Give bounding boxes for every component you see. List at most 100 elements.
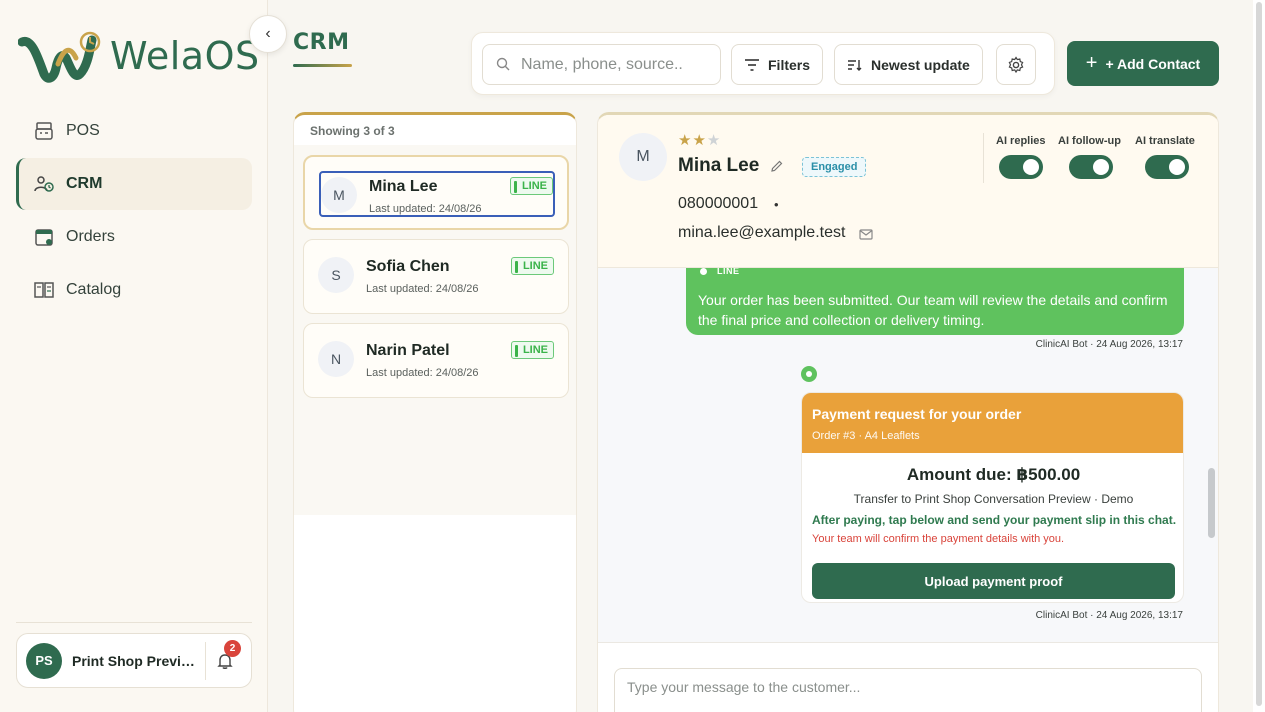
register-icon	[33, 120, 55, 142]
sidebar-item-pos[interactable]: POS	[16, 105, 252, 157]
collapse-sidebar-button[interactable]: ‹	[249, 15, 287, 53]
contact-email: mina.lee@example.test	[678, 224, 846, 241]
sidebar-nav: POS CRM Orders Catalog	[16, 105, 252, 317]
line-channel-tag: LINE	[700, 268, 740, 276]
contact-card-sofia-chen[interactable]: S Sofia Chen Last updated: 24/08/26 LINE	[303, 239, 569, 314]
payment-request-card: Payment request for your order Order #3 …	[801, 392, 1184, 603]
showing-count: Showing 3 of 3	[310, 124, 395, 138]
message-input[interactable]	[627, 679, 1189, 695]
account-name: Print Shop Preview	[72, 652, 198, 669]
ai-follow-up-label: AI follow-up	[1058, 135, 1121, 147]
payment-order-ref: Order #3 · A4 Leaflets	[812, 430, 920, 442]
contact-card-mina-lee[interactable]: M Mina Lee Last updated: 24/08/26 LINE	[303, 155, 569, 230]
notifications-button[interactable]: 2	[205, 640, 243, 680]
ai-translate-toggle[interactable]	[1145, 155, 1189, 179]
search-icon	[496, 57, 510, 71]
notification-count-badge: 2	[224, 640, 241, 657]
contact-card-narin-patel[interactable]: N Narin Patel Last updated: 24/08/26 LIN…	[303, 323, 569, 398]
sidebar-item-catalog[interactable]: Catalog	[16, 264, 252, 316]
message-meta: ClinicAI Bot · 24 Aug 2026, 13:17	[1035, 610, 1183, 621]
edit-pencil-icon[interactable]	[770, 159, 784, 178]
upload-payment-proof-button[interactable]: Upload payment proof	[812, 563, 1175, 599]
message-text: Your order has been submitted. Our team …	[698, 292, 1168, 328]
contact-last-updated: Last updated: 24/08/26	[366, 283, 479, 295]
star-filled-icon[interactable]: ★	[678, 132, 692, 149]
sidebar-item-label: POS	[66, 122, 100, 139]
message-meta: ClinicAI Bot · 24 Aug 2026, 13:17	[1035, 339, 1183, 350]
page-title: CRM	[293, 30, 350, 55]
bot-message-bubble: LINE Your order has been submitted. Our …	[686, 268, 1184, 335]
sidebar-item-orders[interactable]: Orders	[16, 211, 252, 263]
brand-logo[interactable]: WelaOS	[18, 28, 260, 84]
contact-list: M Mina Lee Last updated: 24/08/26 LINE S…	[294, 145, 576, 515]
sidebar: WelaOS POS CRM Orders Catalog PS Print S…	[0, 0, 268, 712]
contact-avatar: S	[318, 257, 354, 293]
settings-button[interactable]	[996, 44, 1036, 85]
sidebar-item-crm[interactable]: CRM	[16, 158, 252, 210]
page-scrollbar[interactable]	[1253, 0, 1265, 712]
message-thread[interactable]: LINE Your order has been submitted. Our …	[598, 268, 1218, 642]
ai-replies-label: AI replies	[996, 135, 1046, 147]
contact-name: Narin Patel	[366, 342, 450, 359]
wela-logo-icon	[18, 31, 101, 83]
channel-badge-line: LINE	[510, 341, 554, 359]
contact-avatar: M	[619, 133, 667, 181]
catalog-book-icon	[33, 279, 55, 301]
thread-scrollbar[interactable]	[1208, 468, 1215, 538]
sidebar-item-label: Orders	[66, 228, 115, 245]
toolbar: Filters Newest update	[471, 32, 1055, 95]
payment-card-header: Payment request for your order Order #3 …	[802, 393, 1183, 453]
plus-icon: +	[1085, 52, 1098, 74]
page-scrollbar-thumb[interactable]	[1256, 2, 1262, 706]
sort-icon	[847, 58, 863, 72]
payment-confirm-note: Your team will confirm the payment detai…	[812, 533, 1065, 545]
gear-icon	[1008, 55, 1024, 73]
contact-avatar: N	[318, 341, 354, 377]
channel-badge-line: LINE	[509, 177, 553, 195]
mail-icon[interactable]	[859, 227, 873, 245]
contact-header: M ★★★ Mina Lee Engaged 080000001 • mina.…	[598, 115, 1218, 268]
contact-avatar: M	[321, 177, 357, 213]
payment-transfer-info: Transfer to Print Shop Conversation Prev…	[853, 492, 1134, 506]
orders-calendar-icon	[33, 226, 55, 248]
ai-toggle-group: AI replies AI follow-up AI translate	[983, 133, 1195, 183]
crm-contacts-icon	[33, 173, 55, 195]
search-box[interactable]	[482, 44, 721, 85]
add-contact-label: + Add Contact	[1105, 55, 1201, 72]
line-channel-icon	[801, 366, 817, 382]
chevron-left-icon: ‹	[265, 25, 271, 42]
line-dot-icon	[700, 268, 707, 275]
channel-badge-line: LINE	[510, 257, 554, 275]
sort-label: Newest update	[871, 56, 970, 73]
contact-name: Mina Lee	[678, 155, 760, 176]
payment-title: Payment request for your order	[812, 406, 1022, 422]
status-badge[interactable]: Engaged	[802, 157, 867, 177]
composer-box[interactable]	[614, 668, 1202, 712]
contact-last-updated: Last updated: 24/08/26	[369, 203, 482, 215]
account-card[interactable]: PS Print Shop Preview 2	[16, 633, 252, 688]
filters-label: Filters	[768, 56, 811, 73]
sidebar-divider	[16, 622, 252, 623]
sort-button[interactable]: Newest update	[834, 44, 983, 85]
star-filled-icon[interactable]: ★	[692, 132, 706, 149]
filters-button[interactable]: Filters	[731, 44, 824, 85]
contact-rating[interactable]: ★★★	[678, 131, 721, 149]
brand-name: WelaOS	[110, 34, 260, 78]
add-contact-button[interactable]: + + Add Contact	[1067, 41, 1219, 86]
separator-dot: •	[774, 197, 779, 212]
star-empty-icon[interactable]: ★	[707, 132, 721, 149]
payment-instructions: After paying, tap below and send your pa…	[812, 513, 1177, 527]
ai-follow-up-toggle[interactable]	[1069, 155, 1113, 179]
filter-icon	[744, 58, 760, 72]
contact-name: Mina Lee	[369, 178, 438, 195]
payment-amount: Amount due: ฿500.00	[906, 465, 1081, 484]
ai-replies-toggle[interactable]	[999, 155, 1043, 179]
search-input[interactable]	[521, 55, 711, 74]
sidebar-item-label: Catalog	[66, 281, 122, 298]
contact-list-panel: Showing 3 of 3 M Mina Lee Last updated: …	[293, 112, 577, 712]
contact-phone: 080000001	[678, 195, 759, 212]
avatar: PS	[26, 642, 62, 679]
conversation-panel: M ★★★ Mina Lee Engaged 080000001 • mina.…	[597, 112, 1219, 712]
sidebar-item-label: CRM	[66, 175, 103, 192]
contact-last-updated: Last updated: 24/08/26	[366, 367, 479, 379]
